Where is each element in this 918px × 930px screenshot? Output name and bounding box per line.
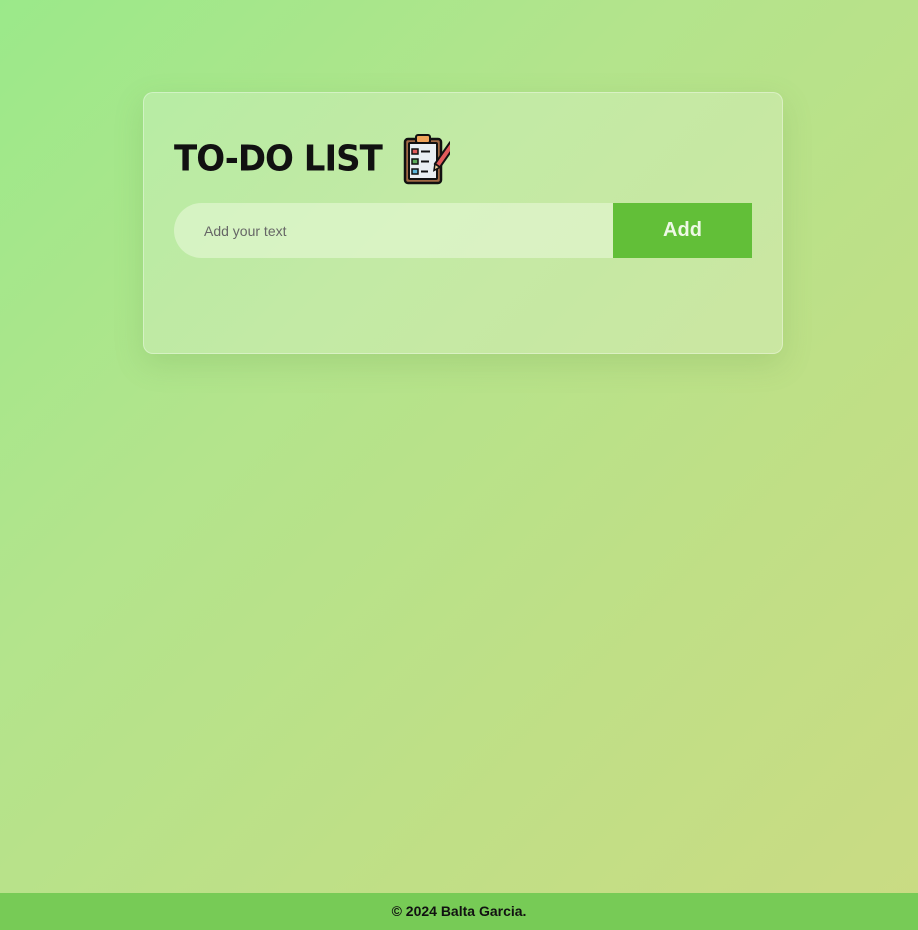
add-task-row: Add (174, 203, 752, 258)
clipboard-checklist-icon (382, 133, 450, 185)
add-button[interactable]: Add (613, 203, 752, 258)
task-list (174, 273, 752, 323)
todo-app-card: TO-DO LIST Add (143, 92, 783, 354)
footer: © 2024 Balta Garcia. (0, 893, 918, 930)
footer-copyright: © 2024 Balta Garcia. (391, 902, 527, 919)
task-input[interactable] (174, 203, 613, 258)
title-row: TO-DO LIST (174, 133, 450, 185)
page-title: TO-DO LIST (174, 138, 383, 180)
